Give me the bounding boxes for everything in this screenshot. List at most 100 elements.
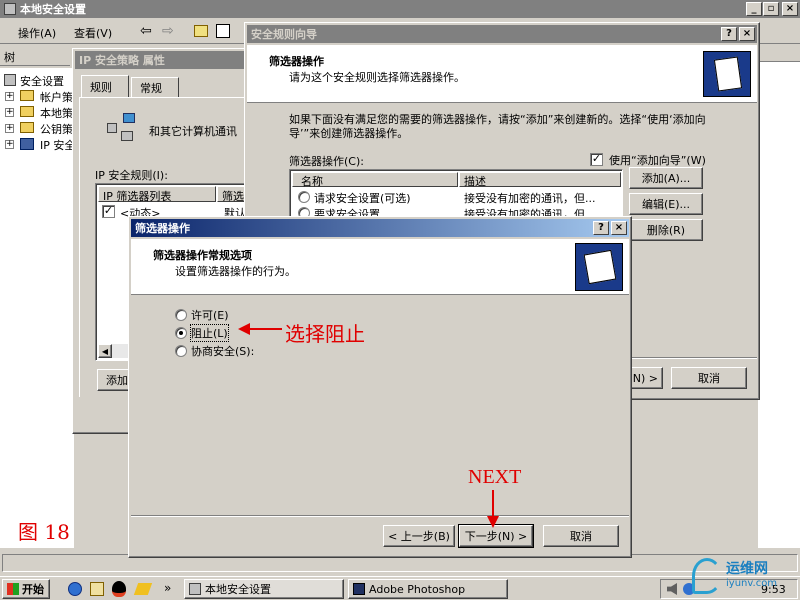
wizard-instructions: 如果下面没有满足您的需要的筛选器操作，请按“添加”来创建新的。选择“使用‘添加向…: [289, 113, 719, 141]
filter-dialog-help-button[interactable]: ?: [593, 221, 609, 235]
permit-radio[interactable]: [175, 309, 187, 321]
next-annotation: NEXT: [468, 466, 522, 488]
task-security-label: 本地安全设置: [205, 583, 271, 596]
wizard-cancel-label: 取消: [698, 372, 720, 385]
qq-icon[interactable]: [112, 581, 126, 597]
minimize-button[interactable]: _: [746, 2, 762, 16]
wizard-close-button[interactable]: ×: [739, 27, 755, 41]
col-header-desc[interactable]: 描述: [459, 172, 621, 188]
col-header-filter-list-label: IP 筛选器列表: [103, 190, 172, 203]
main-window-titlebar[interactable]: 本地安全设置: [0, 0, 800, 18]
ipsec-properties-titlebar[interactable]: IP 安全策略 属性: [75, 51, 255, 69]
select-block-annotation: 选择阻止: [285, 322, 365, 346]
back-button-label: < 上一步(B): [388, 530, 450, 543]
main-window-title: 本地安全设置: [20, 3, 86, 16]
menu-view[interactable]: 查看(V): [74, 25, 112, 41]
start-label: 开始: [22, 583, 44, 596]
up-folder-icon[interactable]: [194, 25, 208, 37]
delete-filter-action-label: 删除(R): [646, 224, 686, 237]
tree-item-account[interactable]: 帐户策: [40, 89, 73, 105]
watermark-text: 运维网: [726, 561, 768, 577]
tab-general[interactable]: 常规: [131, 77, 179, 97]
start-button[interactable]: 开始: [2, 579, 50, 599]
block-radio[interactable]: [175, 327, 187, 339]
permit-label[interactable]: 许可(E): [191, 307, 229, 323]
wizard-instructions-text: 如果下面没有满足您的需要的筛选器操作，请按“添加”来创建新的。选择“使用‘添加向…: [289, 113, 706, 140]
wizard-next-label: N) >: [632, 371, 658, 385]
filter-dialog-heading: 筛选器操作常规选项: [153, 249, 252, 262]
tree-item-pubkey[interactable]: 公钥策: [40, 121, 73, 137]
negotiate-radio[interactable]: [175, 345, 187, 357]
wizard-scroll-icon: [703, 51, 751, 97]
taskbar-task-photoshop[interactable]: Adobe Photoshop: [348, 579, 508, 599]
col-header-desc-label: 描述: [464, 175, 486, 188]
tree-item-local[interactable]: 本地策: [40, 105, 73, 121]
tree-item-security[interactable]: 安全设置: [20, 73, 64, 89]
rule-checkbox[interactable]: ✓: [102, 205, 115, 218]
main-window-icon: [4, 3, 16, 15]
filter-dialog-close-button[interactable]: ×: [611, 221, 627, 235]
filter-radio[interactable]: [298, 191, 310, 203]
add-filter-action-label: 添加(A)...: [641, 172, 691, 185]
ipsec-properties-title: IP 安全策略 属性: [79, 54, 165, 67]
list-item[interactable]: 请求安全设置(可选) 接受没有加密的通讯，但...: [292, 189, 622, 205]
tree-header: 树: [0, 46, 70, 66]
wizard-subheading: 请为这个安全规则选择筛选器操作。: [289, 71, 465, 84]
back-button[interactable]: < 上一步(B): [383, 525, 455, 547]
use-wizard-checkbox[interactable]: ✓: [590, 153, 603, 166]
network-computers-icon: [107, 113, 137, 143]
wizard-help-button[interactable]: ?: [721, 27, 737, 41]
back-icon[interactable]: ⇦: [140, 23, 152, 39]
delete-filter-action-button[interactable]: 删除(R): [629, 219, 703, 241]
edit-filter-action-button[interactable]: 编辑(E)...: [629, 193, 703, 215]
filter-actions-list[interactable]: 名称 描述 请求安全设置(可选) 接受没有加密的通讯，但... 要求安全设置 接…: [289, 169, 623, 223]
folder-icon: [20, 122, 34, 133]
flashget-icon[interactable]: [133, 583, 153, 595]
watermark-logo: 运维网 iyunv.com: [690, 556, 798, 598]
tree-header-label: 树: [4, 51, 15, 64]
wizard-header: 筛选器操作 请为这个安全规则选择筛选器操作。: [247, 45, 757, 103]
restore-button[interactable]: ▫: [763, 2, 779, 16]
wizard-cancel-button[interactable]: 取消: [671, 367, 747, 389]
col-header-filter-list[interactable]: IP 筛选器列表: [98, 186, 216, 203]
block-label[interactable]: 阻止(L): [190, 324, 229, 342]
add-filter-action-button[interactable]: 添加(A)...: [629, 167, 703, 189]
task-security-icon: [189, 583, 201, 595]
col-header-name[interactable]: 名称: [292, 172, 458, 188]
next-button[interactable]: 下一步(N) >: [458, 524, 534, 548]
forward-icon[interactable]: ⇨: [162, 23, 174, 39]
wizard-titlebar[interactable]: 安全规则向导: [247, 25, 757, 43]
show-tree-icon[interactable]: [216, 24, 230, 38]
expand-icon[interactable]: +: [5, 108, 14, 117]
wizard-heading: 筛选器操作: [269, 55, 324, 68]
tree-item-ipsec[interactable]: IP 安全: [40, 137, 75, 153]
close-button[interactable]: ×: [782, 2, 798, 16]
scroll-left-button[interactable]: ◀: [98, 344, 112, 358]
ie-icon[interactable]: [68, 582, 82, 596]
ipsec-icon: [20, 138, 34, 150]
use-wizard-label[interactable]: 使用“添加向导”(W): [609, 152, 706, 168]
edit-filter-action-label: 编辑(E)...: [641, 198, 691, 211]
filter-dialog-titlebar[interactable]: 筛选器操作: [131, 219, 629, 237]
expand-icon[interactable]: +: [5, 124, 14, 133]
watermark-swirl-icon: [692, 558, 722, 594]
next-arrow: [487, 490, 499, 528]
volume-icon[interactable]: [667, 583, 677, 595]
expand-icon[interactable]: +: [5, 140, 14, 149]
taskbar-task-security[interactable]: 本地安全设置: [184, 579, 344, 599]
tree-panel: 安全设置 + 帐户策 + 本地策 + 公钥策 + IP 安全: [0, 68, 75, 548]
menu-action[interactable]: 操作(A): [18, 25, 56, 41]
cancel-button[interactable]: 取消: [543, 525, 619, 547]
outlook-icon[interactable]: [90, 582, 104, 596]
ipsec-description: 和其它计算机通讯: [149, 125, 237, 138]
list-area: [758, 62, 800, 548]
expand-icon[interactable]: +: [5, 92, 14, 101]
taskbar: 开始 » 本地安全设置 Adobe Photoshop 9:53: [0, 576, 800, 600]
filter-name: 请求安全设置(可选): [314, 192, 411, 205]
filter-action-dialog: 筛选器操作 ? × 筛选器操作常规选项 设置筛选器操作的行为。 许可(E) 阻止…: [128, 216, 632, 558]
tab-rules[interactable]: 规则: [81, 75, 129, 97]
negotiate-label[interactable]: 协商安全(S):: [191, 343, 254, 359]
tab-rules-label: 规则: [90, 81, 112, 94]
quicklaunch-more-icon[interactable]: »: [164, 581, 171, 595]
add-rule-button-label: 添加: [106, 374, 128, 387]
